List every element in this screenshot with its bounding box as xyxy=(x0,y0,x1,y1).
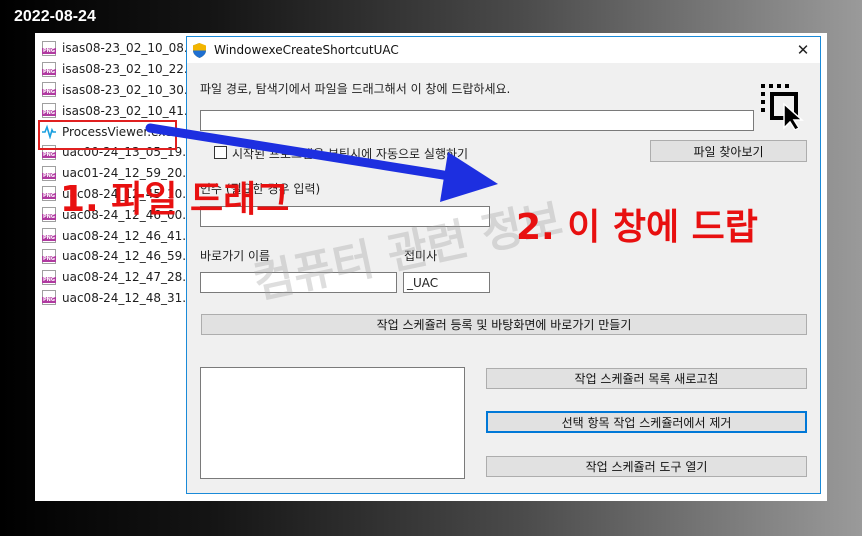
step2-annotation: 2. 이 창에 드랍 xyxy=(516,207,758,248)
drag-arrow xyxy=(145,123,498,202)
step1-annotation: 1. 파일 드래그 xyxy=(60,179,290,220)
